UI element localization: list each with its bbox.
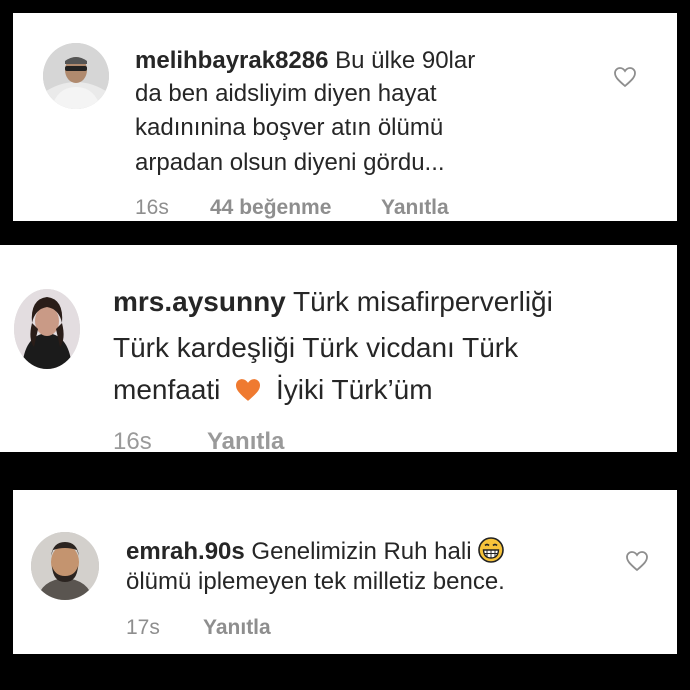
heart-outline-icon[interactable]: [613, 66, 637, 88]
avatar[interactable]: [43, 43, 109, 109]
comment-text: melihbayrak8286 Bu ülke 90lar: [135, 49, 475, 73]
comment-line-3-start: menfaati: [113, 374, 221, 405]
avatar[interactable]: [14, 289, 80, 369]
comment-card-1: melihbayrak8286 Bu ülke 90lar da ben aid…: [13, 13, 677, 221]
heart-outline-icon[interactable]: [625, 550, 649, 572]
comment-line-2: ölümü iplemeyen tek milletiz bence.: [126, 568, 505, 595]
grinning-face-icon: [478, 537, 505, 563]
reply-button[interactable]: Yanıtla: [203, 616, 271, 640]
comment-line-2: Türk kardeşliği Türk vicdanı Türk: [113, 332, 519, 363]
comment-line-1: Genelimizin Ruh hali: [251, 538, 472, 565]
comment-line-3: menfaati İyiki Türk’üm: [113, 376, 433, 404]
username-link[interactable]: emrah.90s: [126, 538, 245, 565]
avatar-man-sunglasses-icon: [43, 43, 109, 109]
likes-count-link[interactable]: 44 beğenme: [210, 196, 331, 220]
comment-line-3: kadınınina boşver atın ölümü: [135, 114, 444, 141]
comment-text: mrs.aysunny Türk misafirperverliği: [113, 288, 553, 316]
reply-button[interactable]: Yanıtla: [207, 428, 284, 456]
comment-line-1: Türk misafirperverliği: [293, 286, 553, 317]
avatar-woman-icon: [14, 289, 80, 369]
orange-heart-icon: [236, 379, 261, 401]
comment-line-2: da ben aidsliyim diyen hayat: [135, 80, 437, 107]
reply-button[interactable]: Yanıtla: [381, 196, 449, 220]
comment-line-4: arpadan olsun diyeni gördu...: [135, 149, 445, 176]
avatar-bearded-man-icon: [31, 532, 99, 600]
timestamp: 17s: [126, 616, 160, 639]
timestamp: 16s: [135, 196, 169, 219]
comment-line-3-end: İyiki Türk’üm: [275, 374, 433, 405]
avatar[interactable]: [31, 532, 99, 600]
comment-line-1: Bu ülke 90lar: [335, 47, 476, 74]
comment-card-3: emrah.90s Genelimizin Ruh hali ölümü ipl…: [13, 490, 677, 654]
timestamp: 16s: [113, 428, 152, 455]
comment-card-2: mrs.aysunny Türk misafirperverliği Türk …: [0, 245, 677, 455]
username-link[interactable]: mrs.aysunny: [113, 286, 286, 317]
username-link[interactable]: melihbayrak8286: [135, 47, 328, 74]
comment-text: emrah.90s Genelimizin Ruh hali: [126, 537, 505, 565]
